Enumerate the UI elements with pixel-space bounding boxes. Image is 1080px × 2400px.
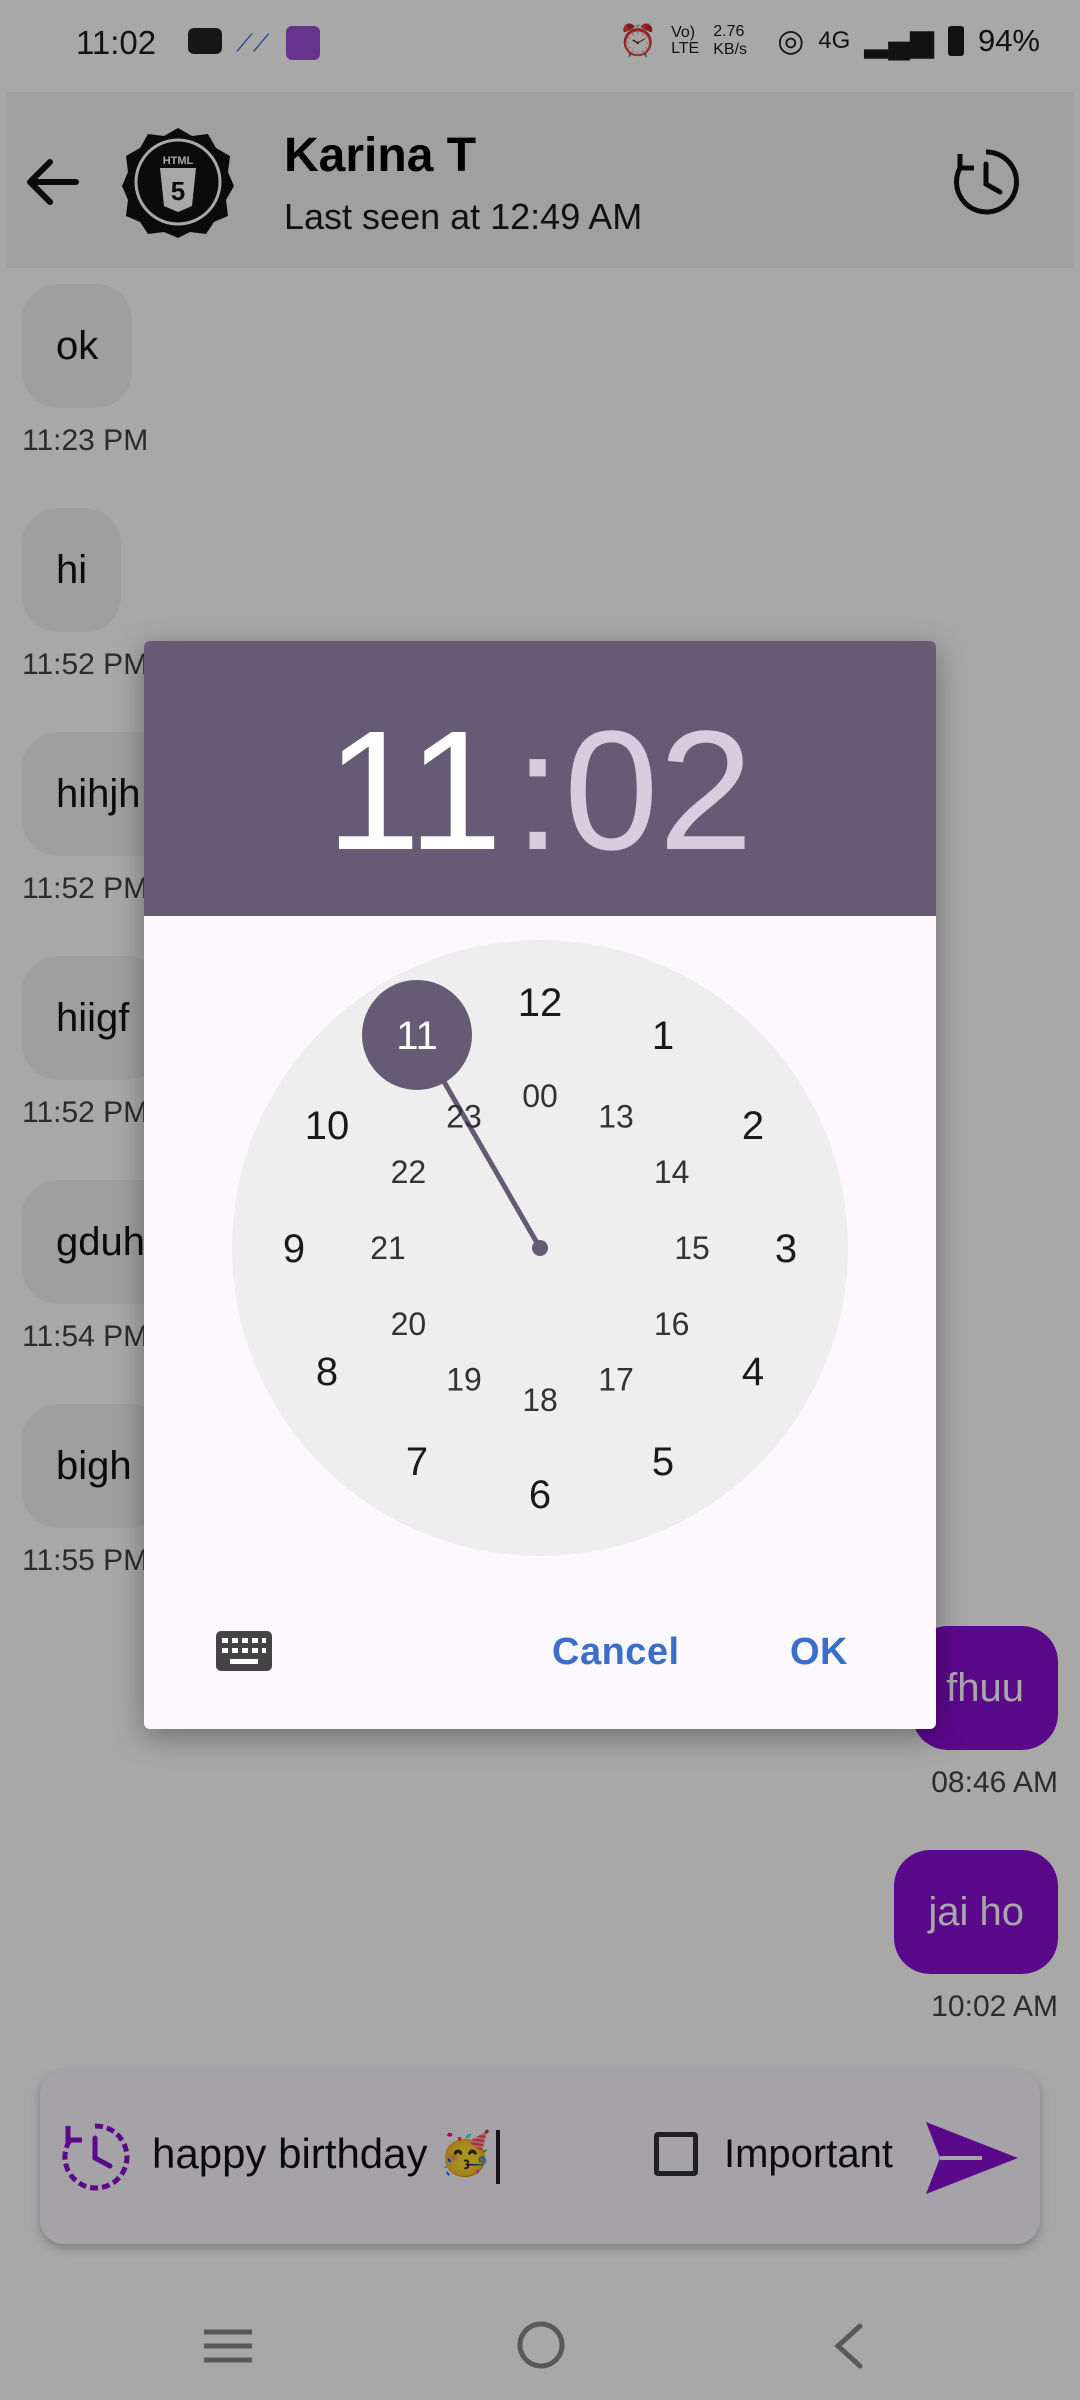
clock-hour-1[interactable]: 1: [652, 1014, 674, 1058]
clock-hour-12[interactable]: 12: [518, 981, 563, 1025]
clock-hour-5[interactable]: 5: [652, 1440, 674, 1484]
clock-hour-20[interactable]: 20: [391, 1306, 427, 1342]
clock-hour-23[interactable]: 23: [446, 1098, 482, 1134]
clock-hour-10[interactable]: 10: [305, 1104, 350, 1148]
time-picker-header: 11 : 02: [144, 641, 936, 916]
clock-hour-4[interactable]: 4: [742, 1350, 764, 1394]
clock-hour-2[interactable]: 2: [742, 1104, 764, 1148]
clock-hour-6[interactable]: 6: [529, 1473, 551, 1517]
selected-minute[interactable]: 02: [564, 693, 753, 889]
clock-hour-8[interactable]: 8: [316, 1350, 338, 1394]
selected-hour[interactable]: 11: [326, 693, 502, 889]
clock-hour-21[interactable]: 21: [370, 1230, 406, 1266]
clock-face[interactable]: 121234567891011 001314151617181920212223: [144, 916, 936, 1576]
clock-hour-00[interactable]: 00: [522, 1078, 558, 1114]
clock-center-dot: [532, 1240, 548, 1256]
clock-hour-16[interactable]: 16: [654, 1306, 690, 1342]
cancel-button[interactable]: Cancel: [552, 1631, 680, 1674]
clock-hour-14[interactable]: 14: [654, 1154, 690, 1190]
clock-hour-3[interactable]: 3: [775, 1227, 797, 1271]
clock-hour-13[interactable]: 13: [598, 1098, 634, 1134]
time-separator: :: [514, 696, 562, 886]
clock-hour-17[interactable]: 17: [598, 1362, 634, 1398]
ok-button[interactable]: OK: [790, 1631, 848, 1674]
clock-hour-19[interactable]: 19: [446, 1362, 482, 1398]
time-picker-dialog: 11 : 02 12 1 2 3 4 5 6 7 8 9 10 11 00 13 14 15 16 17 18 19…: [144, 641, 936, 1729]
clock-hour-22[interactable]: 22: [391, 1154, 427, 1190]
clock-hour-11[interactable]: 11: [396, 1014, 438, 1058]
keyboard-icon[interactable]: [216, 1631, 272, 1671]
clock-hour-15[interactable]: 15: [674, 1230, 710, 1266]
clock-hour-18[interactable]: 18: [522, 1382, 558, 1418]
clock-hour-9[interactable]: 9: [283, 1227, 305, 1271]
clock-hour-7[interactable]: 7: [406, 1440, 428, 1484]
